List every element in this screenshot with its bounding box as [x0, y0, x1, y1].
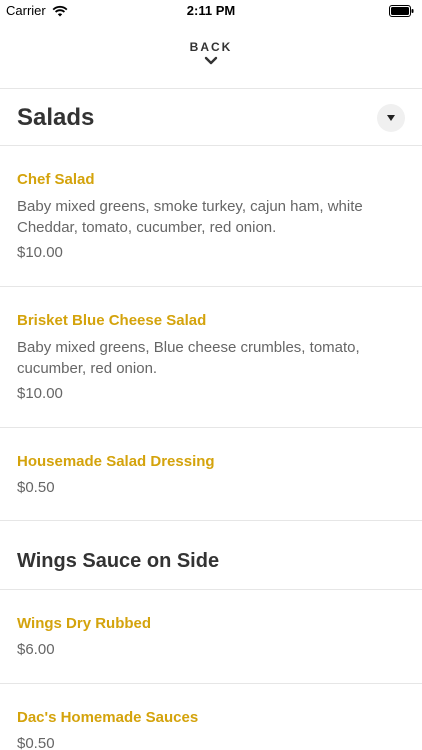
- item-price: $0.50: [17, 479, 55, 496]
- item-description: Baby mixed greens, Blue cheese crumbles,…: [17, 339, 360, 377]
- status-time: 2:11 PM: [186, 3, 236, 18]
- back-button[interactable]: BACK: [0, 37, 422, 79]
- menu-item[interactable]: Dac's Homemade Sauces $0.50: [0, 684, 422, 750]
- item-name: Brisket Blue Cheese Salad: [17, 312, 207, 329]
- menu-item[interactable]: Brisket Blue Cheese Salad Baby mixed gre…: [0, 287, 422, 427]
- item-price: $6.00: [17, 641, 55, 658]
- item-name: Chef Salad: [17, 171, 95, 188]
- caret-down-icon: [387, 115, 395, 121]
- section-header-wings: Wings Sauce on Side: [0, 521, 422, 589]
- chevron-down-icon: [204, 56, 218, 65]
- section-header-salads: Salads: [0, 89, 422, 145]
- menu-item[interactable]: Chef Salad Baby mixed greens, smoke turk…: [0, 146, 422, 286]
- item-price: $0.50: [17, 735, 55, 750]
- item-name: Wings Dry Rubbed: [17, 615, 152, 632]
- item-description: Baby mixed greens, smoke turkey, cajun h…: [17, 198, 363, 236]
- menu-item[interactable]: Wings Dry Rubbed $6.00: [0, 590, 422, 682]
- section-title: Salads: [17, 104, 95, 131]
- back-label: BACK: [189, 40, 233, 54]
- item-price: $10.00: [17, 385, 63, 402]
- status-bar: Carrier 2:11 PM: [0, 0, 422, 22]
- section-dropdown-button[interactable]: [377, 104, 405, 132]
- menu-item[interactable]: Housemade Salad Dressing $0.50: [0, 428, 422, 520]
- section-title: Wings Sauce on Side: [17, 550, 220, 572]
- battery-icon: [389, 5, 414, 17]
- item-name: Dac's Homemade Sauces: [17, 709, 199, 726]
- item-name: Housemade Salad Dressing: [17, 453, 215, 470]
- item-price: $10.00: [17, 244, 63, 261]
